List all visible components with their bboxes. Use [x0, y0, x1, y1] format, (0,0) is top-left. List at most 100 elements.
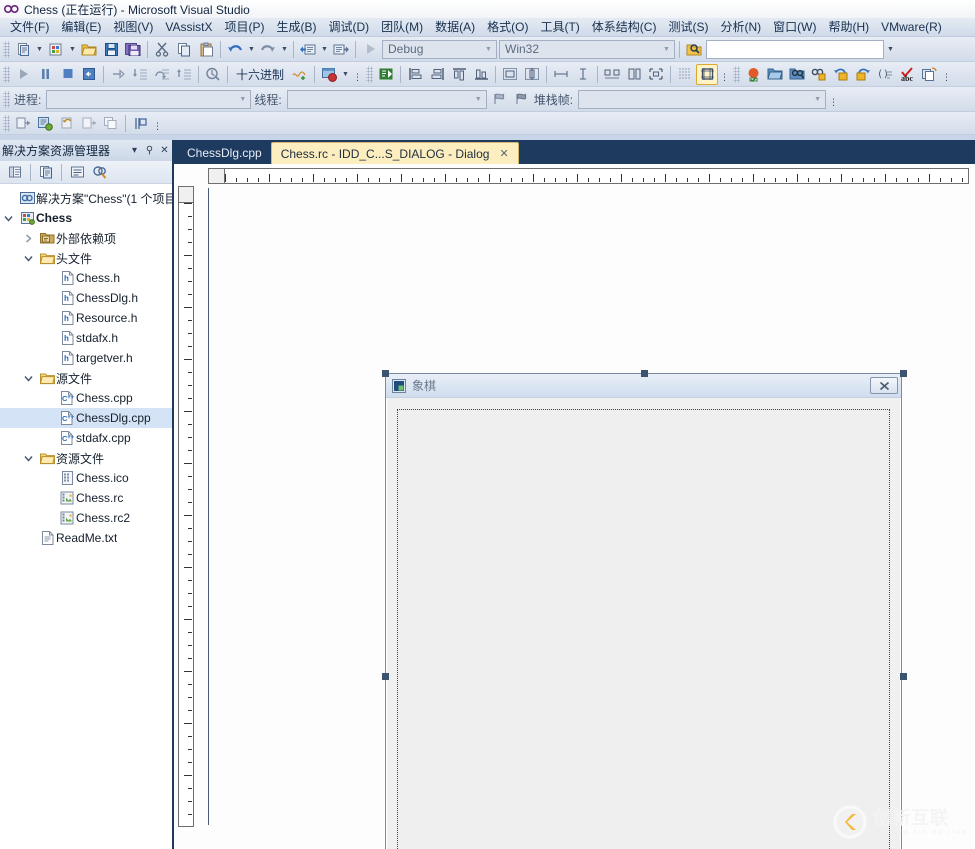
debug-toolbar-overflow-button[interactable]: ⋮ — [351, 64, 364, 85]
thread-combo[interactable]: ▼ — [287, 90, 487, 109]
menu-item-debug[interactable]: 调试(D) — [322, 18, 375, 37]
resize-handle-middle-left[interactable] — [382, 673, 389, 680]
cancel-build-icon[interactable] — [56, 113, 78, 134]
tree-item[interactable]: hChess.h — [0, 268, 172, 288]
configuration-manager-icon[interactable] — [129, 113, 151, 134]
flag-alt-icon[interactable] — [510, 89, 532, 110]
center-vertical-icon[interactable] — [499, 64, 521, 85]
menu-item-architecture[interactable]: 体系结构(C) — [586, 18, 663, 37]
resize-handle-top-right[interactable] — [900, 370, 907, 377]
step-out-icon[interactable] — [173, 64, 195, 85]
navigate-backward-dropdown-arrow-icon[interactable]: ▼ — [319, 39, 330, 60]
paste-icon[interactable] — [195, 39, 217, 60]
menu-item-project[interactable]: 项目(P) — [218, 18, 270, 37]
resize-handle-top-center[interactable] — [641, 370, 648, 377]
va-goto-forward-icon[interactable] — [852, 64, 874, 85]
toolbar-grip[interactable] — [366, 66, 373, 83]
resize-handle-top-left[interactable] — [382, 370, 389, 377]
chevron-down-icon[interactable] — [24, 254, 38, 263]
toggle-guides-icon[interactable] — [696, 64, 718, 85]
toolbar-grip[interactable] — [3, 115, 10, 132]
menu-item-file[interactable]: 文件(F) — [4, 18, 55, 37]
solution-configuration-combo[interactable]: Debug ▼ — [382, 40, 497, 59]
va-refactor-icon[interactable]: () — [874, 64, 896, 85]
process-combo[interactable]: ▼ — [46, 90, 251, 109]
menu-item-view[interactable]: 视图(V) — [107, 18, 159, 37]
va-paste-history-icon[interactable] — [918, 64, 940, 85]
tree-item[interactable]: hResource.h — [0, 308, 172, 328]
debug-target-dropdown-arrow-icon[interactable]: ▼ — [340, 64, 351, 85]
build-toolbar-overflow-button[interactable]: ⋮ — [151, 113, 164, 134]
tree-item[interactable]: ReadMe.txt — [0, 528, 172, 548]
tree-item[interactable]: hChessDlg.h — [0, 288, 172, 308]
chevron-down-icon[interactable] — [24, 454, 38, 463]
menu-item-team[interactable]: 团队(M) — [375, 18, 429, 37]
find-dropdown-arrow-icon[interactable]: ▼ — [885, 39, 896, 60]
make-same-width-icon[interactable] — [550, 64, 572, 85]
stackframe-combo[interactable]: ▼ — [578, 90, 826, 109]
tab-chess-rc-dialog[interactable]: Chess.rc - IDD_C...S_DIALOG - Dialog clo… — [271, 142, 519, 164]
toolbar-grip[interactable] — [733, 66, 740, 83]
build-solution-icon[interactable] — [12, 113, 34, 134]
stop-debugging-icon[interactable] — [56, 64, 78, 85]
va-goto-back-icon[interactable] — [830, 64, 852, 85]
solution-tree[interactable]: 解决方案"Chess"(1 个项目Chess外部依赖项头文件hChess.hhC… — [0, 184, 172, 849]
debug-target-icon[interactable] — [318, 64, 340, 85]
solution-platform-combo[interactable]: Win32 ▼ — [499, 40, 675, 59]
tree-item[interactable]: 解决方案"Chess"(1 个项目 — [0, 188, 172, 208]
menu-item-edit[interactable]: 编辑(E) — [55, 18, 107, 37]
view-code-icon[interactable] — [66, 162, 88, 183]
start-debugging-button[interactable] — [359, 39, 381, 60]
pin-icon[interactable]: ⚲ — [142, 145, 157, 156]
undo-icon[interactable] — [224, 39, 246, 60]
tree-item[interactable]: htargetver.h — [0, 348, 172, 368]
horizontal-ruler[interactable] — [208, 168, 969, 184]
tree-item[interactable]: 源文件 — [0, 368, 172, 388]
dialog-client-area[interactable] — [397, 409, 890, 849]
va-find-references-icon[interactable] — [786, 64, 808, 85]
toggle-grid-icon[interactable] — [674, 64, 696, 85]
new-item-dropdown-arrow-icon[interactable]: ▼ — [34, 39, 45, 60]
tree-item[interactable]: hstdafx.h — [0, 328, 172, 348]
refresh-icon[interactable] — [89, 162, 111, 183]
new-item-icon[interactable] — [12, 39, 34, 60]
vassist-toolbar-overflow-button[interactable]: ⋮ — [940, 64, 953, 85]
menu-item-analyze[interactable]: 分析(N) — [714, 18, 767, 37]
dialog-close-button[interactable] — [870, 377, 898, 394]
show-all-files-icon[interactable] — [35, 162, 57, 183]
open-file-icon[interactable] — [78, 39, 100, 60]
tab-chessdlg-cpp[interactable]: ChessDlg.cpp — [178, 142, 271, 164]
cut-icon[interactable] — [151, 39, 173, 60]
tree-item[interactable]: C++stdafx.cpp — [0, 428, 172, 448]
size-to-content-icon[interactable] — [645, 64, 667, 85]
threads-marker-icon[interactable] — [289, 64, 311, 85]
layout-toolbar-overflow-button[interactable]: ⋮ — [718, 64, 731, 85]
chevron-right-icon[interactable] — [24, 234, 38, 243]
menu-item-vassistx[interactable]: VAssistX — [159, 18, 218, 37]
chevron-down-icon[interactable] — [4, 214, 18, 223]
find-input[interactable] — [706, 40, 884, 59]
toolbar-grip[interactable] — [3, 66, 10, 83]
tree-item[interactable]: Chess.ico — [0, 468, 172, 488]
redo-icon[interactable] — [257, 39, 279, 60]
space-down-icon[interactable] — [623, 64, 645, 85]
save-all-icon[interactable] — [122, 39, 144, 60]
menu-item-format[interactable]: 格式(O) — [481, 18, 534, 37]
close-icon[interactable]: ✕ — [157, 145, 172, 156]
properties-window-icon[interactable] — [4, 162, 26, 183]
tree-item[interactable]: Chess.rc — [0, 488, 172, 508]
toolbar-grip[interactable] — [3, 91, 10, 108]
menu-item-vmware[interactable]: VMware(R) — [875, 18, 948, 37]
resize-handle-middle-right[interactable] — [900, 673, 907, 680]
test-dialog-icon[interactable] — [375, 64, 397, 85]
undo-dropdown-arrow-icon[interactable]: ▼ — [246, 39, 257, 60]
toolbar-grip[interactable] — [3, 41, 10, 58]
tree-item[interactable]: Chess — [0, 208, 172, 228]
debug-location-toolbar-overflow-button[interactable]: ⋮ — [827, 89, 840, 110]
align-rights-icon[interactable] — [426, 64, 448, 85]
menu-item-tools[interactable]: 工具(T) — [534, 18, 585, 37]
align-lefts-icon[interactable] — [404, 64, 426, 85]
step-into-icon[interactable] — [129, 64, 151, 85]
show-next-statement-icon[interactable] — [107, 64, 129, 85]
va-find-symbol-icon[interactable] — [808, 64, 830, 85]
